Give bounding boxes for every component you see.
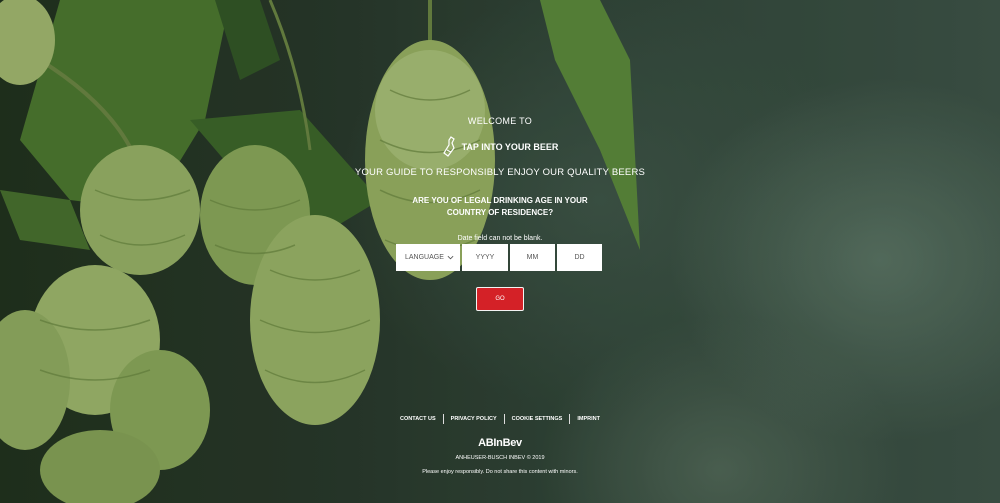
month-input[interactable]: MM xyxy=(510,244,555,271)
language-select[interactable]: LANGUAGE xyxy=(396,244,460,271)
responsibility-notice: Please enjoy responsibly. Do not share t… xyxy=(422,469,578,475)
footer-link-contact-us[interactable]: CONTACT US xyxy=(393,415,443,423)
beer-bottle-icon xyxy=(442,136,455,157)
age-gate-form: LANGUAGE YYYY MM DD xyxy=(396,244,604,271)
welcome-text: WELCOME TO xyxy=(467,116,533,126)
footer-link-imprint[interactable]: IMPRINT xyxy=(570,415,607,423)
brand-lockup: TAP INTO YOUR BEER xyxy=(0,136,1000,158)
footer-link-cookie-settings[interactable]: COOKIE SETTINGS xyxy=(505,415,570,423)
chevron-down-icon xyxy=(447,255,454,260)
day-input[interactable]: DD xyxy=(557,244,602,271)
language-label: LANGUAGE xyxy=(405,254,444,261)
tagline: YOUR GUIDE TO RESPONSIBLY ENJOY OUR QUAL… xyxy=(354,167,646,178)
date-error-message: Date field can not be blank. xyxy=(457,235,543,242)
brand-name: TAP INTO YOUR BEER xyxy=(461,142,559,152)
footer-link-privacy-policy[interactable]: PRIVACY POLICY xyxy=(444,415,504,423)
go-button[interactable]: GO xyxy=(476,287,524,311)
footer-links: CONTACT US PRIVACY POLICY COOKIE SETTING… xyxy=(0,414,1000,424)
age-question: ARE YOU OF LEGAL DRINKING AGE IN YOUR CO… xyxy=(412,196,588,217)
copyright-text: ANHEUSER-BUSCH INBEV © 2019 xyxy=(455,455,545,461)
year-input[interactable]: YYYY xyxy=(462,244,508,271)
abinbev-logo: ABInBev xyxy=(478,437,522,449)
